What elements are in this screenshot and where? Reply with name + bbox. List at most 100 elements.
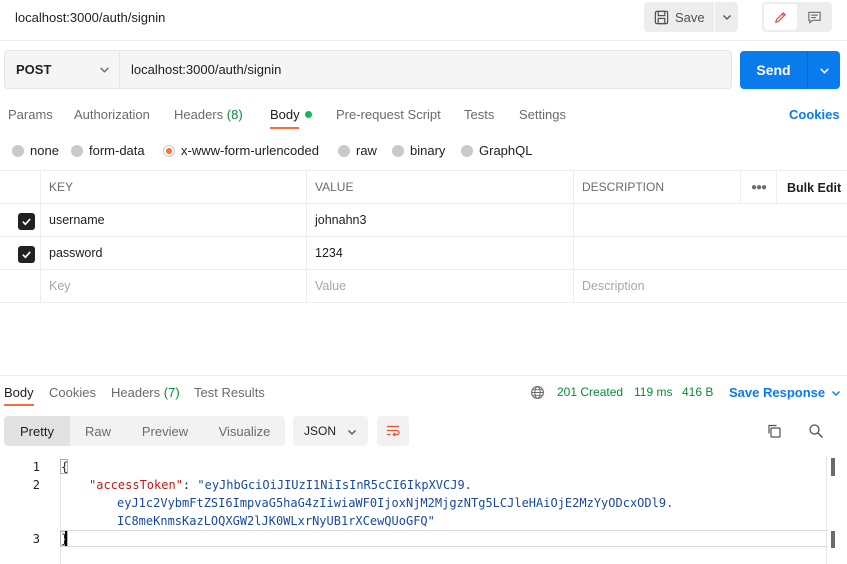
code-line-2: "accessToken": "eyJhbGciOiJIUzI1NiIsInR5… bbox=[89, 478, 472, 492]
pencil-icon bbox=[774, 11, 787, 23]
response-time[interactable]: 119 ms bbox=[634, 385, 672, 399]
param-key-cell[interactable]: password bbox=[40, 237, 103, 269]
format-pretty[interactable]: Pretty bbox=[4, 416, 70, 446]
search-icon[interactable] bbox=[808, 423, 824, 439]
response-body-viewer[interactable]: 1 2 3 { "accessToken": "eyJhbGciOiJIUzI1… bbox=[0, 456, 847, 564]
copy-icon[interactable] bbox=[766, 423, 782, 439]
send-button[interactable]: Send bbox=[740, 51, 807, 89]
json-string: "eyJhbGciOiJIUzI1NiIsInR5cCI6IkpXVCJ9. bbox=[197, 478, 472, 492]
body-type-binary[interactable]: binary bbox=[392, 143, 445, 158]
save-response-button[interactable]: Save Response bbox=[729, 385, 841, 400]
globe-icon[interactable] bbox=[530, 385, 545, 400]
save-button-group: Save bbox=[644, 2, 738, 32]
tab-body[interactable]: Body bbox=[270, 107, 312, 122]
chevron-down-icon bbox=[100, 67, 109, 73]
top-divider bbox=[0, 40, 847, 41]
radio-icon bbox=[461, 144, 473, 157]
column-header-description: DESCRIPTION bbox=[582, 180, 665, 194]
radio-icon bbox=[12, 144, 24, 157]
format-raw[interactable]: Raw bbox=[70, 416, 126, 446]
vertical-scrollbar-thumb[interactable] bbox=[831, 458, 835, 476]
current-line-highlight bbox=[60, 530, 828, 547]
body-type-urlencoded[interactable]: x-www-form-urlencoded bbox=[163, 143, 319, 158]
new-key-input[interactable]: Key bbox=[40, 270, 71, 302]
new-value-input[interactable]: Value bbox=[306, 270, 346, 302]
body-type-none[interactable]: none bbox=[12, 143, 59, 158]
line-number: 1 bbox=[32, 460, 40, 474]
documentation-mode-button[interactable] bbox=[798, 4, 830, 30]
response-format-tabs: Pretty Raw Preview Visualize bbox=[4, 416, 285, 446]
format-preview[interactable]: Preview bbox=[126, 416, 204, 446]
param-value-cell[interactable]: johnahn3 bbox=[306, 204, 366, 236]
tab-pre-request-script[interactable]: Pre-request Script bbox=[336, 107, 441, 122]
chevron-down-icon bbox=[819, 67, 829, 74]
response-headers-count: (7) bbox=[163, 385, 180, 400]
status-code[interactable]: 201 Created bbox=[557, 385, 623, 399]
send-button-group: Send bbox=[740, 51, 840, 89]
table-row: username johnahn3 bbox=[0, 204, 847, 237]
radio-icon bbox=[71, 144, 83, 157]
param-description-cell[interactable] bbox=[573, 237, 847, 269]
table-header-row: KEY VALUE DESCRIPTION ●●● Bulk Edit bbox=[0, 170, 847, 204]
edit-mode-button[interactable] bbox=[764, 4, 797, 30]
url-value: localhost:3000/auth/signin bbox=[131, 62, 282, 77]
wrap-lines-button[interactable] bbox=[377, 416, 409, 446]
save-dropdown-button[interactable] bbox=[715, 2, 738, 32]
body-type-raw[interactable]: raw bbox=[338, 143, 377, 158]
radio-selected-icon bbox=[163, 144, 175, 157]
request-title[interactable]: localhost:3000/auth/signin bbox=[15, 10, 165, 25]
response-tab-test-results[interactable]: Test Results bbox=[194, 385, 265, 400]
radio-icon bbox=[338, 144, 350, 157]
column-header-value: VALUE bbox=[315, 180, 354, 194]
wrap-lines-icon bbox=[387, 425, 400, 437]
save-label: Save bbox=[675, 9, 705, 25]
response-divider[interactable] bbox=[0, 375, 847, 376]
table-row-new: Key Value Description bbox=[0, 270, 847, 303]
new-description-input[interactable]: Description bbox=[573, 270, 645, 302]
column-header-key: KEY bbox=[49, 180, 74, 194]
body-type-graphql[interactable]: GraphQL bbox=[461, 143, 532, 158]
cookies-link[interactable]: Cookies bbox=[789, 107, 840, 122]
send-dropdown-button[interactable] bbox=[808, 51, 840, 89]
tab-settings[interactable]: Settings bbox=[519, 107, 566, 122]
response-tab-body[interactable]: Body bbox=[4, 385, 34, 400]
checkmark-icon bbox=[22, 218, 31, 226]
response-tab-headers[interactable]: Headers (7) bbox=[111, 385, 180, 400]
row-checkbox[interactable] bbox=[18, 246, 35, 263]
scrollbar-track bbox=[826, 456, 827, 564]
more-options-icon[interactable]: ●●● bbox=[741, 171, 776, 204]
chevron-down-icon bbox=[348, 430, 356, 435]
tab-authorization[interactable]: Authorization bbox=[74, 107, 150, 122]
active-tab-indicator bbox=[270, 127, 299, 129]
body-type-form-data[interactable]: form-data bbox=[71, 143, 145, 158]
scrollbar-marker bbox=[831, 531, 835, 548]
response-size[interactable]: 416 B bbox=[682, 385, 713, 399]
save-button[interactable]: Save bbox=[644, 2, 714, 32]
text-cursor bbox=[65, 531, 67, 546]
line-number: 3 bbox=[32, 532, 40, 546]
language-select[interactable]: JSON bbox=[293, 416, 368, 446]
radio-icon bbox=[392, 144, 404, 157]
method-select[interactable]: POST bbox=[4, 50, 120, 89]
bulk-edit-button[interactable]: Bulk Edit bbox=[777, 171, 847, 204]
param-key-cell[interactable]: username bbox=[40, 204, 105, 236]
headers-count: (8) bbox=[226, 107, 243, 122]
view-mode-toggle bbox=[762, 2, 832, 32]
request-title-bar: localhost:3000/auth/signin Save bbox=[0, 0, 847, 36]
param-value-cell[interactable]: 1234 bbox=[306, 237, 343, 269]
response-tab-cookies[interactable]: Cookies bbox=[49, 385, 96, 400]
save-icon bbox=[654, 10, 669, 24]
tab-headers[interactable]: Headers (8) bbox=[174, 107, 243, 122]
param-description-cell[interactable] bbox=[573, 204, 847, 236]
tab-tests[interactable]: Tests bbox=[464, 107, 494, 122]
comment-icon bbox=[807, 11, 821, 24]
tab-params[interactable]: Params bbox=[8, 107, 53, 122]
url-input[interactable]: localhost:3000/auth/signin bbox=[119, 50, 732, 89]
method-value: POST bbox=[16, 62, 52, 77]
body-indicator-dot bbox=[304, 111, 312, 119]
active-response-tab-indicator bbox=[4, 404, 34, 406]
format-visualize[interactable]: Visualize bbox=[204, 416, 285, 446]
json-key: "accessToken" bbox=[89, 478, 183, 492]
row-checkbox[interactable] bbox=[18, 213, 35, 230]
chevron-down-icon bbox=[832, 390, 841, 396]
